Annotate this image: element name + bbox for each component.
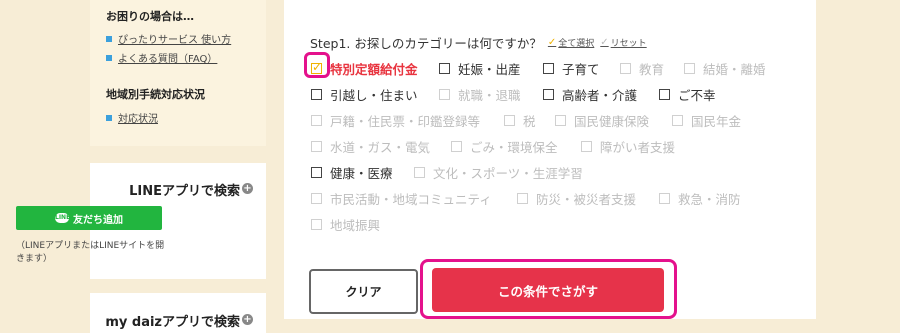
category-checkbox: 税 bbox=[504, 111, 536, 130]
link-label: ぴったりサービス 使い方 bbox=[118, 35, 232, 46]
reset-label: リセット bbox=[610, 39, 647, 49]
bullet-icon bbox=[106, 35, 112, 42]
category-label: 国民健康保険 bbox=[574, 114, 650, 129]
category-label: 文化・スポーツ・生涯学習 bbox=[433, 166, 583, 181]
check-icon: ✓ bbox=[547, 37, 557, 48]
checkbox-icon bbox=[439, 63, 450, 74]
help-title: お困りの場合は… bbox=[106, 10, 194, 23]
category-checkbox: 救急・消防 bbox=[659, 189, 741, 208]
category-label: 特別定額給付金 bbox=[330, 62, 418, 77]
category-checkbox: ごみ・環境保全 bbox=[451, 137, 558, 156]
category-label: ご不幸 bbox=[678, 88, 716, 103]
line-title: LINEアプリで検索 bbox=[129, 184, 240, 199]
category-label: 就職・退職 bbox=[458, 88, 521, 103]
checkbox-icon bbox=[311, 193, 322, 204]
checkbox-icon bbox=[620, 63, 631, 74]
page-background-right bbox=[816, 0, 900, 319]
category-label: 引越し・住まい bbox=[330, 88, 418, 103]
link-status[interactable]: 対応状況 bbox=[106, 110, 158, 125]
link-service-usage[interactable]: ぴったりサービス 使い方 bbox=[106, 31, 231, 46]
category-checkbox: 地域振興 bbox=[311, 215, 380, 234]
category-label: 教育 bbox=[639, 62, 665, 77]
bullet-icon bbox=[106, 54, 112, 61]
reset-link[interactable]: ✓ リセット bbox=[600, 36, 646, 49]
category-label: 戸籍・住民票・印鑑登録等 bbox=[330, 114, 481, 129]
checkbox-icon bbox=[311, 219, 322, 230]
category-checkbox: 戸籍・住民票・印鑑登録等 bbox=[311, 111, 480, 130]
checkbox-icon bbox=[311, 167, 322, 178]
category-label: 市民活動・地域コミュニティ bbox=[330, 192, 492, 207]
step-prompt: Step1. お探しのカテゴリーは何ですか？ bbox=[310, 36, 542, 51]
line-note: （LINEアプリまたはLINEサイトを開きます） bbox=[16, 241, 165, 264]
checkbox-icon bbox=[672, 115, 683, 126]
category-label: 子育て bbox=[562, 62, 600, 77]
check-icon: ✓ bbox=[600, 37, 609, 48]
category-checkbox: 結婚・離婚 bbox=[684, 59, 766, 78]
checkbox-icon bbox=[555, 115, 566, 126]
category-label: ごみ・環境保全 bbox=[470, 140, 558, 155]
select-all-link[interactable]: ✓ 全て選択 bbox=[548, 36, 594, 49]
line-add-friend-button[interactable]: LINE 友だち追加 bbox=[16, 206, 162, 230]
regional-status-title: 地域別手続対応状況 bbox=[106, 88, 205, 101]
link-label: 対応状況 bbox=[118, 114, 158, 125]
checkbox-icon bbox=[439, 89, 450, 100]
checkbox-icon bbox=[543, 89, 554, 100]
category-label: 妊娠・出産 bbox=[458, 62, 521, 77]
bullet-icon bbox=[106, 114, 112, 121]
help-panel: お困りの場合は… ぴったりサービス 使い方 よくある質問（FAQ） 地域別手続対… bbox=[90, 0, 266, 146]
checkbox-icon bbox=[504, 115, 515, 126]
checkbox-icon bbox=[451, 141, 462, 152]
checkbox-icon bbox=[659, 89, 670, 100]
category-checkbox: 就職・退職 bbox=[439, 85, 521, 104]
category-checkbox: 教育 bbox=[620, 59, 664, 78]
page-background-left bbox=[0, 0, 88, 319]
select-all-label: 全て選択 bbox=[558, 39, 595, 49]
plus-icon[interactable]: + bbox=[242, 314, 253, 325]
checkbox-icon bbox=[659, 193, 670, 204]
checkbox-icon bbox=[684, 63, 695, 74]
category-checkbox[interactable]: ご不幸 bbox=[659, 85, 716, 104]
category-label: 高齢者・介護 bbox=[562, 88, 638, 103]
category-checkbox: 国民健康保険 bbox=[555, 111, 649, 130]
checkbox-icon bbox=[414, 167, 425, 178]
checkbox-icon bbox=[311, 115, 322, 126]
checkbox-icon bbox=[311, 89, 322, 100]
category-checkbox[interactable]: 妊娠・出産 bbox=[439, 59, 521, 78]
category-checkbox[interactable]: 引越し・住まい bbox=[311, 85, 418, 104]
category-label: 結婚・離婚 bbox=[703, 62, 766, 77]
link-faq[interactable]: よくある質問（FAQ） bbox=[106, 50, 217, 65]
link-label: よくある質問（FAQ） bbox=[118, 54, 218, 65]
category-label: 水道・ガス・電気 bbox=[330, 140, 431, 155]
mydaiz-title: my daizアプリで検索 bbox=[105, 315, 240, 330]
category-label: 国民年金 bbox=[691, 114, 742, 129]
category-checkbox[interactable]: 健康・医療 bbox=[311, 163, 393, 182]
search-button[interactable]: この条件でさがす bbox=[432, 268, 664, 312]
category-label: 税 bbox=[523, 114, 536, 129]
category-label: 障がい者支援 bbox=[600, 140, 676, 155]
highlight-frame bbox=[304, 52, 330, 78]
category-checkbox: 障がい者支援 bbox=[581, 137, 675, 156]
category-checkbox: 防災・被災者支援 bbox=[517, 189, 636, 208]
category-checkbox[interactable]: 子育て bbox=[543, 59, 600, 78]
plus-icon[interactable]: + bbox=[242, 183, 253, 194]
checkbox-icon bbox=[311, 141, 322, 152]
line-button-label: 友だち追加 bbox=[73, 214, 123, 226]
mydaiz-panel: my daizアプリで検索 + bbox=[90, 293, 266, 333]
category-label: 救急・消防 bbox=[678, 192, 741, 207]
category-checkbox: 市民活動・地域コミュニティ bbox=[311, 189, 492, 208]
category-checkbox: 水道・ガス・電気 bbox=[311, 137, 430, 156]
line-icon: LINE bbox=[55, 213, 71, 223]
category-label: 地域振興 bbox=[330, 218, 381, 233]
category-label: 防災・被災者支援 bbox=[536, 192, 637, 207]
step-header: Step1. お探しのカテゴリーは何ですか？ ✓ 全て選択 ✓ リセット bbox=[310, 33, 647, 52]
checkbox-icon bbox=[581, 141, 592, 152]
category-checkbox[interactable]: 高齢者・介護 bbox=[543, 85, 637, 104]
clear-button[interactable]: クリア bbox=[309, 269, 418, 314]
category-checkbox: 文化・スポーツ・生涯学習 bbox=[414, 163, 583, 182]
category-label: 健康・医療 bbox=[330, 166, 393, 181]
checkbox-icon bbox=[517, 193, 528, 204]
category-checkbox: 国民年金 bbox=[672, 111, 741, 130]
checkbox-icon bbox=[543, 63, 554, 74]
